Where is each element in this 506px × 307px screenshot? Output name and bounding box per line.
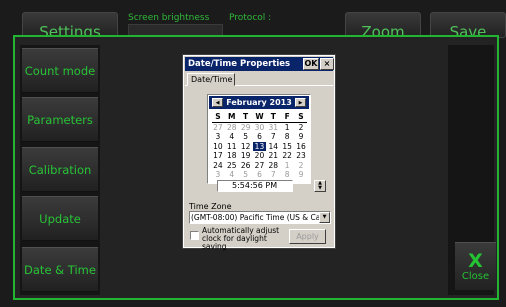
- datetime-dialog: Date/Time Properties OK × Date/Time ◀ Fe…: [182, 54, 336, 251]
- ok-button[interactable]: OK: [303, 58, 319, 70]
- weekday-label: W: [255, 112, 264, 121]
- calendar-day[interactable]: 19: [239, 151, 253, 161]
- sidebar-item-count-mode[interactable]: Count mode: [22, 48, 98, 93]
- calendar-day[interactable]: 28: [266, 161, 280, 171]
- calendar-day[interactable]: 7: [266, 170, 280, 180]
- sidebar-item-label: Calibration: [28, 162, 92, 177]
- timezone-value: (GMT-08:00) Pacific Time (US & Ca: [191, 213, 321, 222]
- calendar-day[interactable]: 4: [225, 132, 239, 142]
- calendar-day[interactable]: 28: [225, 123, 239, 133]
- calendar-day[interactable]: 6: [253, 170, 267, 180]
- calendar-day[interactable]: 9: [294, 132, 308, 142]
- weekday-label: S: [298, 112, 304, 121]
- calendar-day[interactable]: 26: [239, 161, 253, 171]
- sidebar-item-update[interactable]: Update: [22, 196, 98, 241]
- dialog-titlebar: Date/Time Properties OK ×: [185, 57, 334, 71]
- timezone-label: Time Zone: [189, 202, 232, 211]
- screen-brightness-label: Screen brightness: [128, 13, 210, 23]
- calendar-day[interactable]: 25: [225, 161, 239, 171]
- calendar-day[interactable]: 14: [266, 142, 280, 152]
- close-icon[interactable]: ×: [320, 58, 334, 70]
- weekday-label: S: [215, 112, 221, 121]
- protocol-label: Protocol :: [229, 13, 272, 23]
- calendar-day[interactable]: 22: [280, 151, 294, 161]
- calendar-day[interactable]: 27: [253, 161, 267, 171]
- weekday-row: SMTWTFS: [211, 112, 308, 122]
- calendar-day[interactable]: 11: [225, 142, 239, 152]
- calendar-day[interactable]: 30: [253, 123, 267, 133]
- tab-date-time[interactable]: Date/Time: [187, 73, 235, 86]
- weekday-label: M: [228, 112, 236, 121]
- timezone-select[interactable]: (GMT-08:00) Pacific Time (US & Ca ▼: [189, 211, 331, 224]
- dst-checkbox[interactable]: [190, 231, 199, 240]
- calendar-day[interactable]: 12: [239, 142, 253, 152]
- week-row: 10 11 12 13 14 15 16: [211, 141, 308, 152]
- calendar-day[interactable]: 10: [211, 142, 225, 152]
- sidebar-item-label: Parameters: [27, 112, 93, 127]
- calendar-day[interactable]: 1: [280, 161, 294, 171]
- calendar-day[interactable]: 29: [239, 123, 253, 133]
- week-row: 27 28 29 30 31 1 2: [211, 123, 308, 133]
- time-spinner[interactable]: ▲ ▼: [314, 180, 326, 192]
- week-row: 3456789: [211, 170, 308, 180]
- calendar-day[interactable]: 16: [294, 142, 308, 152]
- time-field[interactable]: 5:54:56 PM: [217, 180, 293, 192]
- sidebar-item-calibration[interactable]: Calibration: [22, 147, 98, 192]
- calendar-day[interactable]: 1: [280, 123, 294, 133]
- weekday-label: F: [284, 112, 290, 121]
- apply-button[interactable]: Apply: [289, 229, 326, 244]
- calendar-day[interactable]: 24: [211, 161, 225, 171]
- week-row: 24 25 26 27 28 1 2: [211, 161, 308, 171]
- week-row: 3456789: [211, 132, 308, 142]
- calendar-day[interactable]: 17: [211, 151, 225, 161]
- calendar-month-year[interactable]: February 2013: [226, 98, 292, 107]
- sidebar-item-label: Count mode: [24, 63, 96, 78]
- calendar-day[interactable]: 18: [225, 151, 239, 161]
- sidebar-item-label: Date & Time: [24, 262, 96, 277]
- spin-down-icon[interactable]: ▼: [315, 186, 325, 191]
- dialog-title: Date/Time Properties: [188, 59, 291, 69]
- sidebar-item-date-time[interactable]: Date & Time: [22, 247, 98, 292]
- prev-month-icon[interactable]: ◀: [212, 98, 223, 107]
- dst-label: Automatically adjust clock for daylight …: [202, 226, 280, 251]
- calendar-day[interactable]: 6: [253, 132, 267, 142]
- calendar-day[interactable]: 13: [252, 141, 267, 151]
- calendar-day[interactable]: 8: [280, 170, 294, 180]
- weekday-label: T: [243, 112, 249, 121]
- calendar-day[interactable]: 27: [211, 123, 225, 133]
- calendar-day[interactable]: 2: [294, 123, 308, 133]
- calendar-day[interactable]: 8: [280, 132, 294, 142]
- calendar-day[interactable]: 5: [239, 170, 253, 180]
- close-icon: X: [468, 250, 483, 272]
- week-row: 17 18 19 20 21 22 23: [211, 151, 308, 161]
- calendar-day[interactable]: 5: [239, 132, 253, 142]
- calendar-day[interactable]: 3: [211, 132, 225, 142]
- sidebar-item-parameters[interactable]: Parameters: [22, 97, 98, 142]
- calendar: ◀ February 2013 ▶ S M T W T F S 27 28 29 30 31 1 2 3 4 5…: [207, 94, 311, 184]
- calendar-day[interactable]: 23: [294, 151, 308, 161]
- chevron-down-icon[interactable]: ▼: [319, 212, 330, 223]
- close-label: Close: [461, 271, 490, 282]
- next-month-icon[interactable]: ▶: [295, 98, 306, 107]
- sidebar-item-label: Update: [39, 211, 81, 226]
- calendar-day[interactable]: 9: [294, 170, 308, 180]
- calendar-day[interactable]: 15: [280, 142, 294, 152]
- calendar-day[interactable]: 7: [266, 132, 280, 142]
- weekday-label: T: [270, 112, 276, 121]
- calendar-header: ◀ February 2013 ▶: [209, 96, 309, 109]
- calendar-day[interactable]: 2: [294, 161, 308, 171]
- calendar-grid: S M T W T F S 27 28 29 30 31 1 2 3 4 5 6 7 8 9 10 11 12 13 14 15 16…: [211, 112, 308, 180]
- calendar-day[interactable]: 31: [266, 123, 280, 133]
- close-button[interactable]: X Close: [455, 242, 496, 290]
- calendar-day[interactable]: 21: [266, 151, 280, 161]
- calendar-day[interactable]: 4: [225, 170, 239, 180]
- calendar-day[interactable]: 20: [253, 151, 267, 161]
- calendar-day[interactable]: 3: [211, 170, 225, 180]
